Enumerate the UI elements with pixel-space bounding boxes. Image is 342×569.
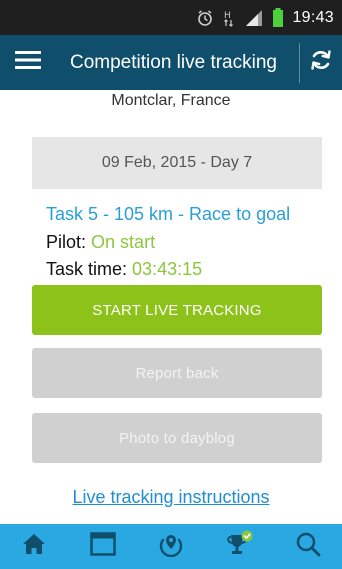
menu-button[interactable] <box>0 35 56 90</box>
signal-icon <box>244 9 264 27</box>
task-time-line: Task time: 03:43:15 <box>46 259 202 280</box>
location-icon <box>158 531 184 562</box>
svg-text:H: H <box>224 11 231 21</box>
app-bar: Competition live tracking <box>0 35 342 90</box>
date-label: 09 Feb, 2015 - Day 7 <box>101 154 253 171</box>
hamburger-menu-icon <box>15 50 41 75</box>
page-title: Competition live tracking <box>70 51 277 73</box>
calendar-icon <box>89 532 116 561</box>
pilot-status: On start <box>91 232 156 252</box>
competition-location: Montclar, France <box>111 92 231 109</box>
nav-results[interactable] <box>214 524 264 569</box>
nav-home[interactable] <box>9 524 59 569</box>
nav-search[interactable] <box>283 524 333 569</box>
report-back-label: Report back <box>135 364 219 382</box>
task-time-label: Task time: <box>46 259 128 279</box>
trophy-icon <box>224 530 254 563</box>
refresh-button[interactable] <box>300 35 342 90</box>
data-transfer-icon: H <box>222 9 236 27</box>
task-time-value: 03:43:15 <box>132 259 203 279</box>
photo-to-dayblog-label: Photo to dayblog <box>119 429 235 447</box>
live-tracking-instructions-link[interactable]: Live tracking instructions <box>0 487 342 508</box>
task-title: Task 5 - 105 km - Race to goal <box>46 204 291 224</box>
search-icon <box>295 531 321 562</box>
report-back-button[interactable]: Report back <box>32 348 322 398</box>
start-live-tracking-label: START LIVE TRACKING <box>92 301 262 319</box>
home-icon <box>22 533 46 560</box>
nav-calendar[interactable] <box>78 524 128 569</box>
start-live-tracking-button[interactable]: START LIVE TRACKING <box>32 285 322 335</box>
battery-icon <box>272 7 284 28</box>
nav-location[interactable] <box>146 524 196 569</box>
status-time: 19:43 <box>292 8 334 26</box>
competition-date: 09 Feb, 2015 - Day 7 <box>32 137 322 189</box>
pilot-label: Pilot: <box>46 232 87 252</box>
pilot-status-line: Pilot: On start <box>46 232 155 253</box>
status-bar: H 19:43 <box>0 0 342 35</box>
refresh-icon <box>309 48 333 77</box>
bottom-navigation <box>0 524 342 569</box>
photo-to-dayblog-button[interactable]: Photo to dayblog <box>32 413 322 463</box>
alarm-icon <box>196 9 214 27</box>
